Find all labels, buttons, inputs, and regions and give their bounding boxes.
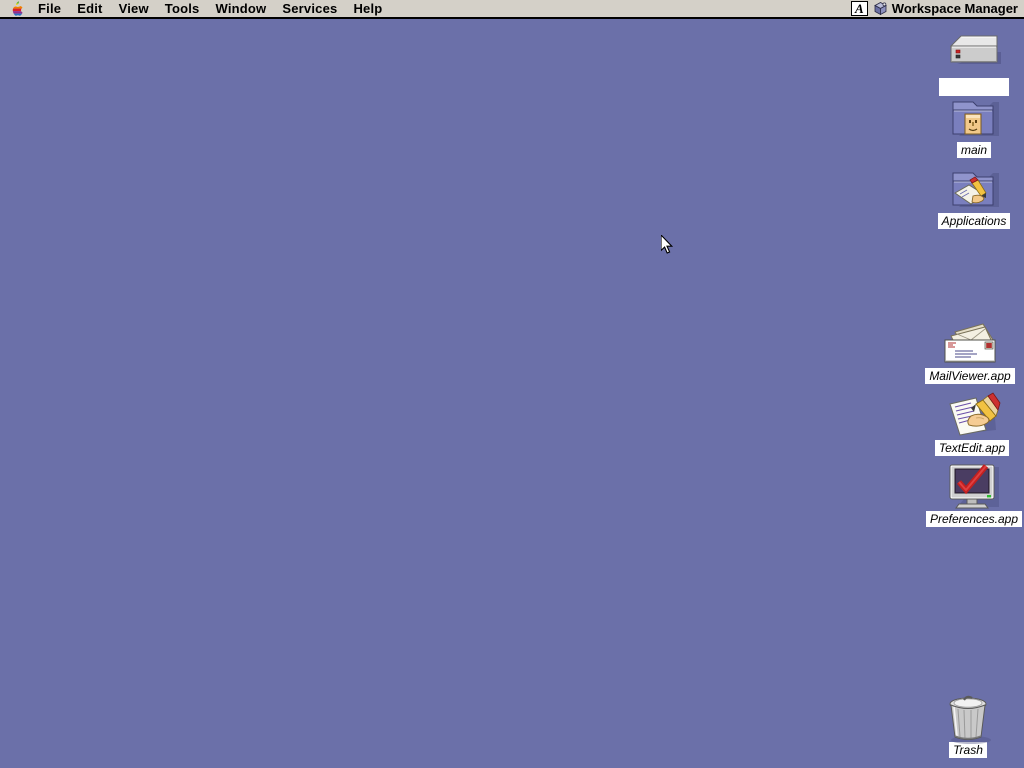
menu-item-file[interactable]: File <box>30 0 69 17</box>
desktop-icon-hard-disk[interactable] <box>924 28 1024 101</box>
monitor-checkmark-icon <box>924 461 1024 509</box>
menu-item-tools[interactable]: Tools <box>157 0 208 17</box>
desktop-icon-label-mailviewer: MailViewer.app <box>925 368 1015 384</box>
pencil-writing-icon <box>922 390 1022 438</box>
desktop-icon-main[interactable]: main <box>924 92 1024 159</box>
menu-bar-status-area: A Workspace Manager <box>850 0 1022 17</box>
menu-item-window[interactable]: Window <box>207 0 274 17</box>
envelopes-icon <box>920 318 1020 366</box>
arrow-cursor <box>660 233 675 260</box>
desktop-icon-applications[interactable]: Applications <box>924 163 1024 230</box>
desktop-icon-mailviewer[interactable]: MailViewer.app <box>920 318 1020 385</box>
menu-bar: File Edit View Tools Window Services Hel… <box>0 0 1024 19</box>
desktop-icon-preferences[interactable]: Preferences.app <box>924 461 1024 528</box>
apple-logo-icon <box>9 1 23 16</box>
trash-can-icon <box>918 692 1018 744</box>
menu-bar-items: File Edit View Tools Window Services Hel… <box>0 0 390 17</box>
applications-folder-icon <box>924 163 1024 211</box>
desktop-icon-label-preferences: Preferences.app <box>925 511 1023 527</box>
desktop-icon-trash[interactable]: Trash <box>918 692 1018 759</box>
desktop-background[interactable]: File Edit View Tools Window Services Hel… <box>0 0 1024 768</box>
desktop-icon-label-main: main <box>956 142 991 158</box>
menu-item-help[interactable]: Help <box>345 0 390 17</box>
workspace-manager-title: Workspace Manager <box>891 1 1018 16</box>
menu-item-services[interactable]: Services <box>274 0 345 17</box>
hard-disk-icon <box>924 28 1024 76</box>
menu-item-view[interactable]: View <box>111 0 157 17</box>
desktop-icon-label-applications: Applications <box>937 213 1011 229</box>
apple-menu-button[interactable] <box>0 1 30 16</box>
home-folder-icon <box>924 92 1024 140</box>
script-indicator-icon[interactable]: A <box>850 1 868 16</box>
menu-item-edit[interactable]: Edit <box>69 0 110 17</box>
cube-icon[interactable] <box>873 1 888 16</box>
desktop-icon-label-textedit: TextEdit.app <box>934 440 1010 456</box>
desktop-icon-textedit[interactable]: TextEdit.app <box>922 390 1022 457</box>
